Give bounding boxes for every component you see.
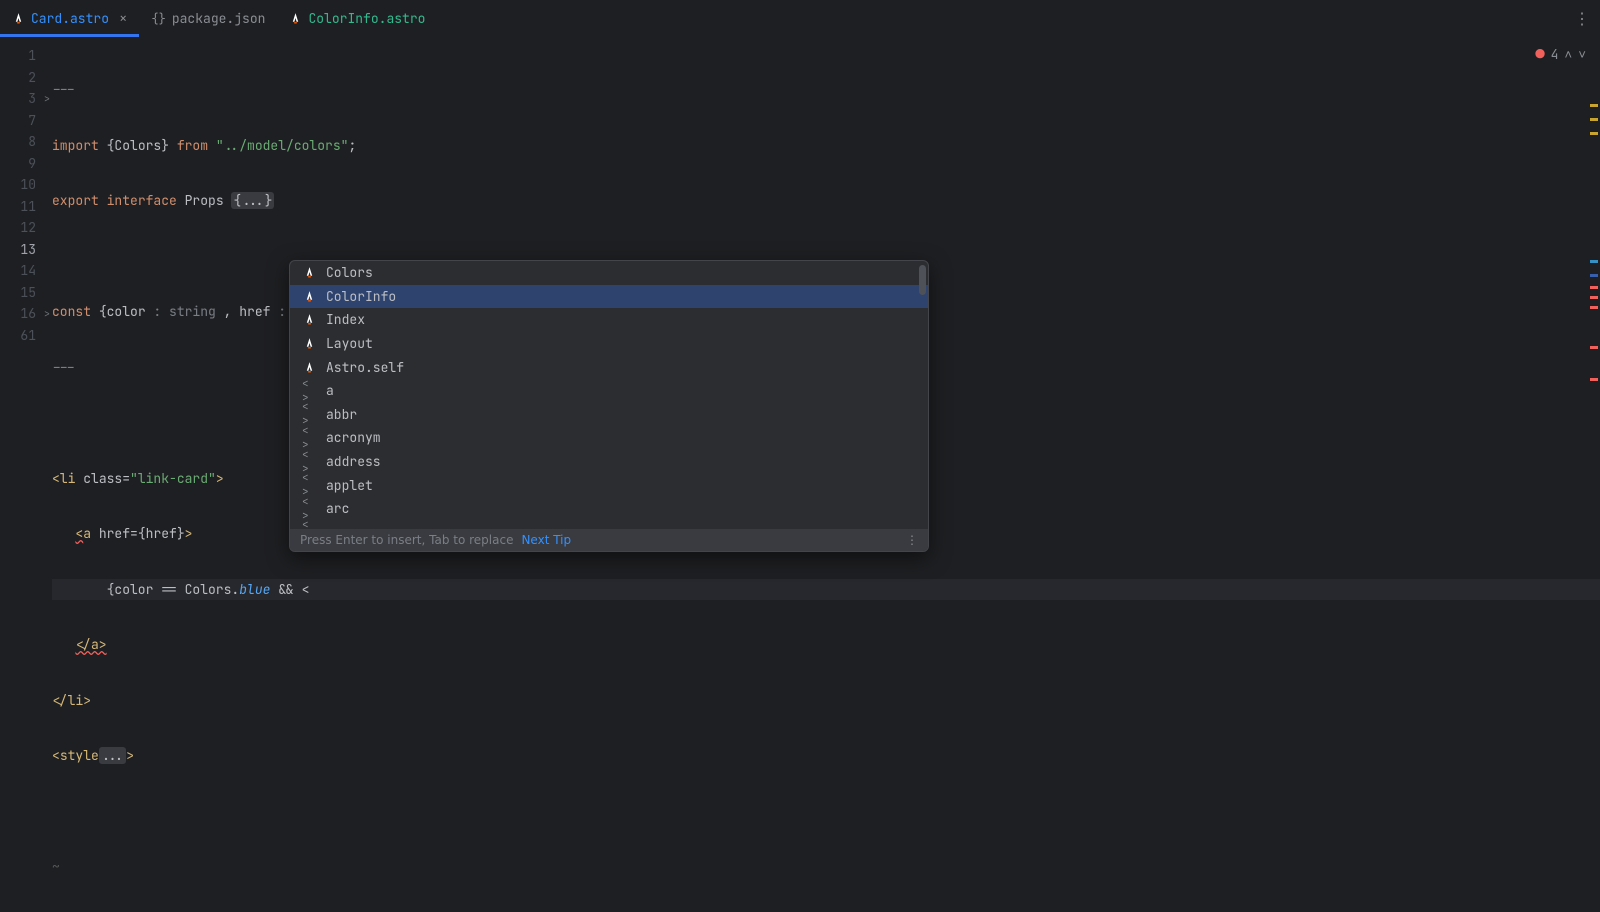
scrollbar-thumb[interactable] [919,265,926,295]
completion-label: applet [326,477,373,494]
completion-label: ColorInfo [326,288,396,305]
completion-item[interactable]: < >arc [290,497,928,521]
error-marker[interactable] [1590,274,1598,277]
completion-label: arc [326,500,349,517]
error-marker[interactable] [1590,104,1598,107]
tag-icon: < > [302,518,316,529]
line-number[interactable]: 16> [0,303,48,325]
tab-bar: Card.astro × {} package.json ColorInfo.a… [0,0,1600,38]
error-marker[interactable] [1590,286,1598,289]
error-marker[interactable] [1590,296,1598,299]
completion-popup: ColorsColorInfoIndexLayoutAstro.self< >a… [289,260,929,552]
line-number[interactable]: 13 [0,239,48,261]
astro-icon [302,266,316,279]
chevron-down-icon[interactable]: ˅ [1578,46,1586,63]
close-icon[interactable]: × [119,10,127,28]
error-marker[interactable] [1590,306,1598,309]
completion-item[interactable]: Index [290,308,928,332]
error-marker[interactable] [1590,132,1598,135]
completion-hint: Press Enter to insert, Tab to replace [300,533,513,547]
completion-label: address [326,453,381,470]
completion-item[interactable]: < > area [290,521,928,529]
inspection-widget[interactable]: ● 4 ˄ ˅ [1532,42,1590,66]
completion-label: abbr [326,406,357,423]
error-marker[interactable] [1590,346,1598,349]
chevron-up-icon[interactable]: ˄ [1564,46,1572,63]
more-icon[interactable]: ⋮ [906,533,918,547]
completion-item[interactable]: Astro.self [290,355,928,379]
tab-package-json[interactable]: {} package.json [139,0,277,37]
completion-item[interactable]: < >address [290,450,928,474]
completion-label: acronym [326,429,381,446]
completion-footer: Press Enter to insert, Tab to replace Ne… [290,529,928,551]
line-number[interactable]: 9 [0,153,48,175]
completion-item[interactable]: Colors [290,261,928,285]
completion-item[interactable]: < >a [290,379,928,403]
error-icon: ● [1536,44,1545,64]
error-count: 4 [1551,46,1559,63]
folded-region[interactable]: {...} [231,192,274,209]
completion-label: Index [326,311,365,328]
tab-card-astro[interactable]: Card.astro × [0,0,139,37]
gutter: 1 2 3> 7 8 9 10 11 12 13 14 15 16> 61 [0,38,48,800]
completion-item[interactable]: < >acronym [290,426,928,450]
error-marker[interactable] [1590,378,1598,381]
line-number[interactable]: 1 [0,45,48,67]
next-tip-link[interactable]: Next Tip [521,533,571,547]
line-number[interactable]: 10 [0,174,48,196]
line-number[interactable]: 7 [0,110,48,132]
line-number[interactable]: 8 [0,131,48,153]
astro-icon [302,290,316,303]
completion-item[interactable]: < >applet [290,473,928,497]
line-number[interactable]: 12 [0,217,48,239]
tab-colorinfo-astro[interactable]: ColorInfo.astro [277,0,437,37]
completion-item[interactable]: < >abbr [290,403,928,427]
line-number[interactable]: 15 [0,282,48,304]
completion-label: area [326,524,357,529]
tab-label: ColorInfo.astro [308,10,425,27]
completion-item[interactable]: Layout [290,332,928,356]
line-number[interactable] [0,346,48,368]
completion-label: a [326,382,334,399]
astro-icon [289,12,302,25]
astro-icon [12,12,25,25]
line-number[interactable]: 14 [0,260,48,282]
folded-region[interactable]: ... [99,747,126,764]
completion-item[interactable]: ColorInfo [290,285,928,309]
error-stripe[interactable] [1588,38,1600,800]
astro-icon [302,361,316,374]
json-icon: {} [151,11,165,27]
completion-label: Astro.self [326,359,404,376]
line-number[interactable]: 3> [0,88,48,110]
error-marker[interactable] [1590,118,1598,121]
completion-list: ColorsColorInfoIndexLayoutAstro.self< >a… [290,261,928,529]
line-number[interactable]: 61 [0,325,48,347]
astro-icon [302,337,316,350]
line-number[interactable]: 11 [0,196,48,218]
astro-icon [302,313,316,326]
tab-overflow-icon[interactable]: ⋮ [1574,8,1590,29]
tab-label: Card.astro [31,10,109,27]
error-marker[interactable] [1590,260,1598,263]
tab-label: package.json [172,10,266,27]
line-number[interactable]: 2 [0,67,48,89]
completion-label: Layout [326,335,373,352]
completion-label: Colors [326,264,373,281]
code-text: --- [52,81,75,98]
